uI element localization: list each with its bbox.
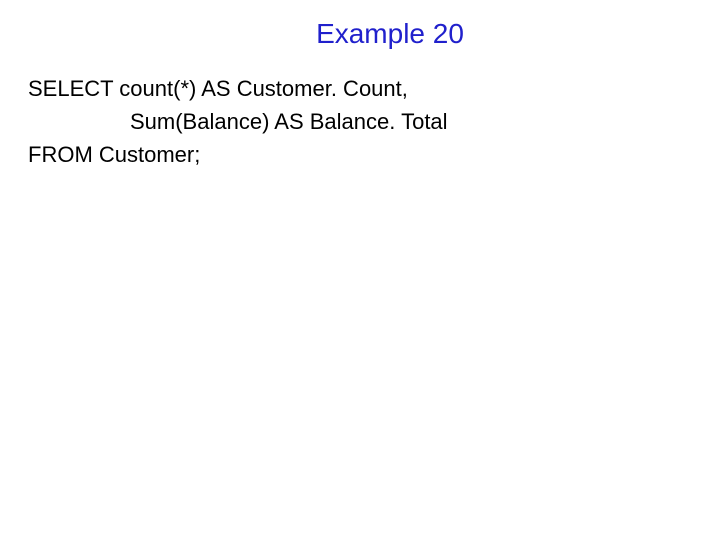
sql-content: SELECT count(*) AS Customer. Count, Sum(… [28, 72, 692, 171]
slide-container: Example 20 SELECT count(*) AS Customer. … [0, 0, 720, 540]
sql-line-1: SELECT count(*) AS Customer. Count, [28, 72, 692, 105]
sql-line-2: Sum(Balance) AS Balance. Total [130, 105, 692, 138]
sql-line-3: FROM Customer; [28, 138, 692, 171]
slide-title: Example 20 [88, 18, 692, 50]
